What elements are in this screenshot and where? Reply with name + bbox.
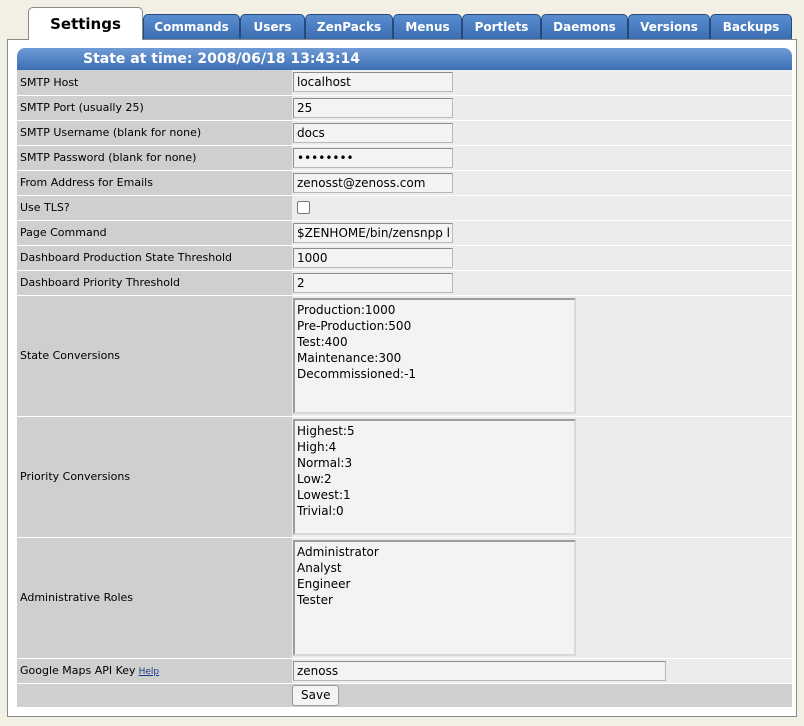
state-conversions-textarea[interactable]: Production:1000 Pre-Production:500 Test:… [293, 297, 576, 414]
smtp-host-label: SMTP Host [17, 70, 292, 96]
smtp-username-label: SMTP Username (blank for none) [17, 120, 292, 146]
dash-priority-threshold-label: Dashboard Priority Threshold [17, 270, 292, 296]
tab-daemons[interactable]: Daemons [541, 14, 628, 39]
settings-panel: State at time: 2008/06/18 13:43:14 SMTP … [7, 39, 797, 717]
from-address-label: From Address for Emails [17, 170, 292, 196]
page-command-label: Page Command [17, 220, 292, 246]
tab-bar: Settings Commands Users ZenPacks Menus P… [0, 0, 804, 40]
tab-users[interactable]: Users [240, 14, 305, 39]
from-address-input[interactable] [293, 172, 453, 193]
tab-settings[interactable]: Settings [28, 7, 143, 40]
smtp-port-input[interactable] [293, 97, 453, 118]
tab-commands[interactable]: Commands [143, 14, 240, 39]
help-link[interactable]: Help [139, 667, 160, 677]
tab-menus[interactable]: Menus [393, 14, 462, 39]
smtp-port-label: SMTP Port (usually 25) [17, 95, 292, 121]
smtp-password-input[interactable] [293, 147, 453, 168]
tab-versions[interactable]: Versions [628, 14, 710, 39]
priority-conversions-label: Priority Conversions [17, 416, 292, 538]
smtp-host-input[interactable] [293, 72, 453, 93]
tab-zenpacks[interactable]: ZenPacks [305, 14, 393, 39]
save-row-spacer [17, 683, 292, 708]
state-conversions-label: State Conversions [17, 295, 292, 417]
tab-portlets[interactable]: Portlets [462, 14, 541, 39]
save-button[interactable]: Save [292, 684, 340, 706]
use-tls-checkbox[interactable] [297, 201, 310, 214]
admin-roles-label: Administrative Roles [17, 537, 292, 659]
priority-conversions-textarea[interactable]: Highest:5 High:4 Normal:3 Low:2 Lowest:1… [293, 418, 576, 535]
smtp-password-label: SMTP Password (blank for none) [17, 145, 292, 171]
google-maps-key-cell: Google Maps API Key Help [17, 658, 292, 684]
tab-backups[interactable]: Backups [710, 14, 792, 39]
dash-prod-threshold-label: Dashboard Production State Threshold [17, 245, 292, 271]
smtp-username-input[interactable] [293, 122, 453, 143]
google-maps-key-label: Google Maps API Key [20, 664, 136, 677]
panel-title: State at time: 2008/06/18 13:43:14 [17, 48, 792, 70]
settings-form: SMTP Host SMTP Port (usually 25) SMTP Us… [17, 70, 792, 708]
dash-priority-threshold-input[interactable] [293, 272, 453, 293]
page-command-input[interactable] [293, 222, 453, 243]
dash-prod-threshold-input[interactable] [293, 247, 453, 268]
admin-roles-textarea[interactable]: Administrator Analyst Engineer Tester [293, 539, 576, 656]
use-tls-label: Use TLS? [17, 195, 292, 221]
google-maps-key-input[interactable] [293, 660, 666, 681]
